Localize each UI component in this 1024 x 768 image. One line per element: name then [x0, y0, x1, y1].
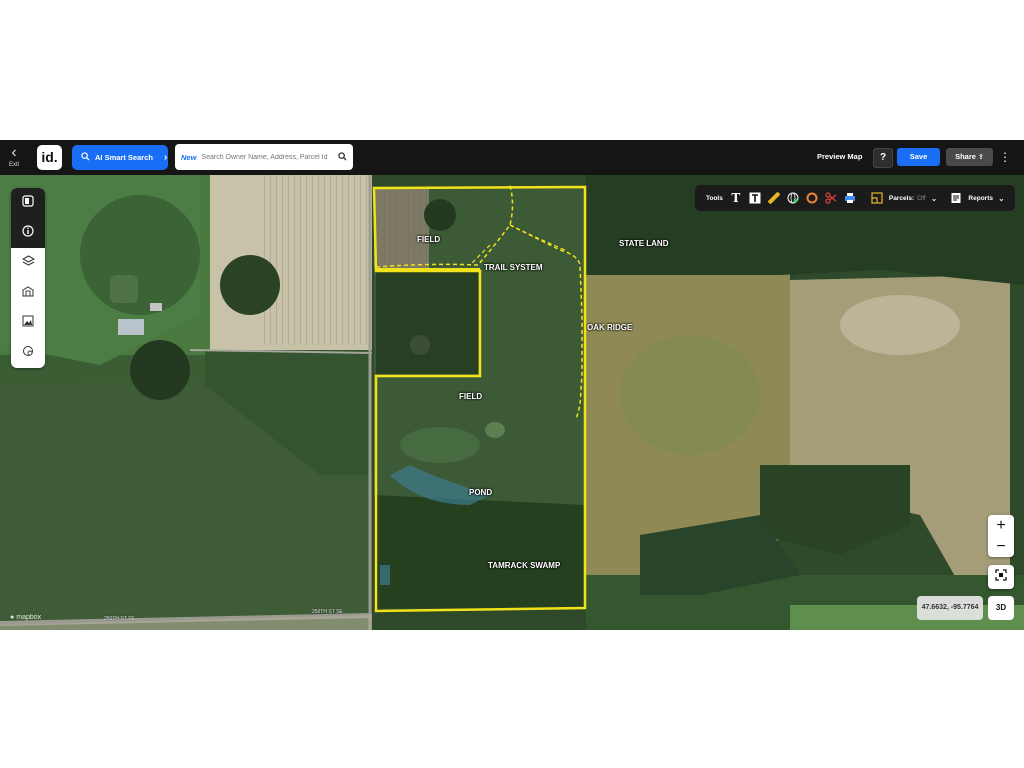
info-button[interactable] — [11, 218, 45, 248]
help-button[interactable]: ? — [873, 148, 893, 168]
tools-label: Tools — [706, 194, 723, 202]
ai-smart-search-button[interactable]: AI Smart Search › — [72, 145, 168, 170]
exit-label: Exit — [8, 162, 19, 168]
more-options-icon[interactable]: ⋮ — [999, 148, 1011, 166]
panel-toggle-button[interactable] — [11, 188, 45, 218]
label-pond: POND — [469, 488, 493, 497]
scissors-icon[interactable] — [824, 191, 838, 205]
search-icon[interactable] — [338, 148, 347, 166]
mapbox-logo-icon: ● — [10, 614, 15, 621]
circle-icon[interactable] — [805, 191, 819, 205]
parcels-label[interactable]: Parcels: — [889, 195, 914, 202]
top-bar: ‹ Exit id. AI Smart Search › New Preview… — [0, 140, 1024, 175]
location-icon — [22, 344, 34, 362]
mapbox-attribution[interactable]: ● mapbox — [10, 614, 41, 621]
zoom-in-button[interactable]: + — [988, 515, 1014, 536]
parcels-state: Off — [917, 194, 926, 202]
print-icon[interactable] — [843, 191, 857, 205]
exit-chevron-icon: ‹ — [11, 144, 17, 161]
building-icon — [22, 284, 34, 302]
zoom-control: + − — [988, 515, 1014, 557]
label-trail-system: TRAIL SYSTEM — [484, 263, 543, 272]
ai-smart-search-label: AI Smart Search — [95, 153, 153, 162]
layers-icon — [21, 254, 35, 272]
exit-button[interactable]: ‹ Exit — [4, 144, 24, 172]
search-icon — [81, 152, 90, 163]
chevron-right-icon: › — [163, 152, 168, 163]
left-sidebar — [11, 188, 45, 368]
tools-toolbar: Tools T Parcels: Off ⌄ Reports ⌄ — [695, 185, 1015, 211]
share-label: Share — [955, 152, 976, 161]
road-label-left: 250TH ST SE — [104, 616, 135, 622]
ruler-icon[interactable] — [767, 191, 781, 205]
reports-icon[interactable] — [949, 191, 963, 205]
chevron-down-icon[interactable]: ⌄ — [931, 194, 938, 203]
search-bar: New — [175, 144, 353, 170]
buildings-button[interactable] — [11, 278, 45, 308]
text-icon[interactable]: T — [729, 191, 743, 205]
new-badge: New — [181, 152, 197, 162]
imagery-button[interactable] — [11, 308, 45, 338]
share-icon: ⇪ — [978, 154, 984, 161]
label-tamrack-swamp: TAMRACK SWAMP — [488, 561, 561, 570]
location-button[interactable] — [11, 338, 45, 368]
text-box-icon[interactable] — [748, 191, 762, 205]
layers-button[interactable] — [11, 248, 45, 278]
map-app: ‹ Exit id. AI Smart Search › New Preview… — [0, 140, 1024, 630]
preview-map-link[interactable]: Preview Map — [817, 152, 862, 161]
zoom-out-button[interactable]: − — [988, 536, 1014, 557]
label-field-north: FIELD — [417, 235, 441, 244]
mapbox-label: mapbox — [16, 614, 42, 621]
label-oak-ridge: OAK RIDGE — [587, 323, 633, 332]
save-button[interactable]: Save — [897, 148, 940, 166]
chevron-down-icon[interactable]: ⌄ — [998, 194, 1005, 203]
road-label-right: 250TH ST SE — [312, 609, 343, 615]
label-state-land: STATE LAND — [619, 239, 669, 248]
globe-icon[interactable] — [786, 191, 800, 205]
app-logo[interactable]: id. — [37, 145, 62, 170]
image-icon — [22, 314, 34, 332]
label-field-south: FIELD — [459, 392, 483, 401]
share-button[interactable]: Share ⇪ — [946, 148, 993, 166]
coordinates-readout: 47.6632, -95.7764 — [917, 596, 983, 620]
search-input[interactable] — [199, 152, 338, 162]
parcels-icon[interactable] — [870, 191, 884, 205]
3d-toggle-button[interactable]: 3D — [988, 596, 1014, 620]
fit-bounds-button[interactable] — [988, 565, 1014, 589]
fit-bounds-icon — [995, 568, 1007, 586]
reports-label[interactable]: Reports — [968, 195, 993, 202]
info-icon — [22, 224, 34, 242]
tablet-icon — [22, 194, 34, 212]
